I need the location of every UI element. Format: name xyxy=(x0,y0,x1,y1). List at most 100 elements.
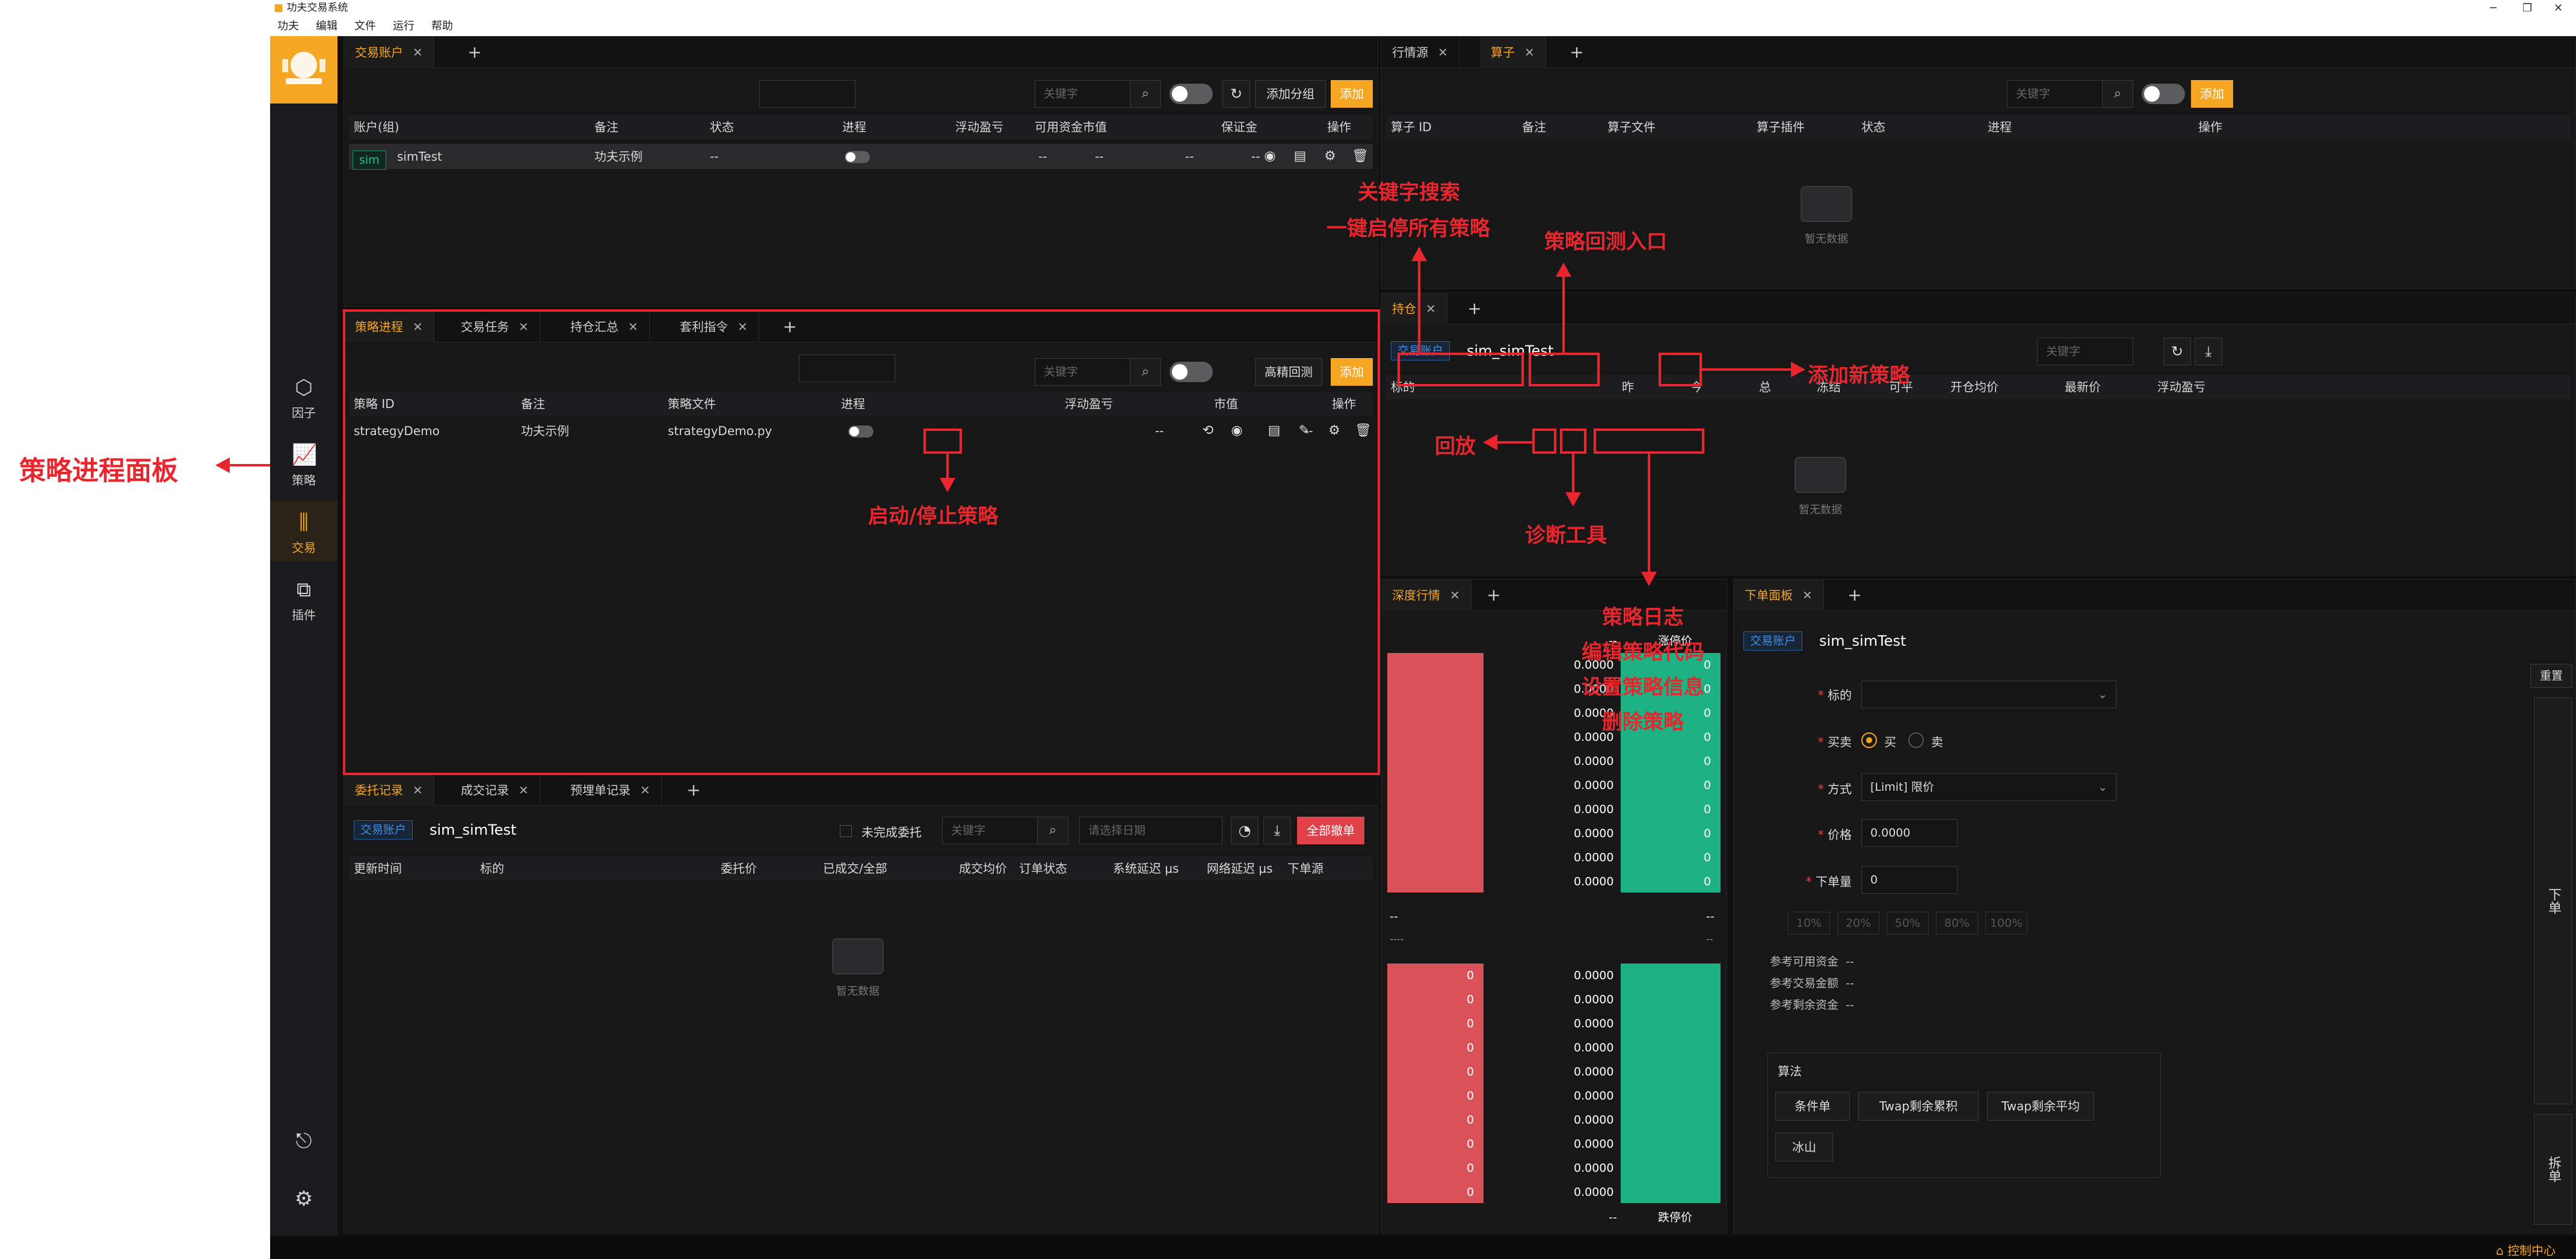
logout-button[interactable]: ⎋ xyxy=(270,1119,337,1168)
col-sys-latency[interactable]: 系统延迟 μs xyxy=(1113,856,1179,880)
control-center-button[interactable]: ⌂ 控制中心 xyxy=(2496,1241,2556,1258)
twap-accumulate-button[interactable]: Twap剩余累积 xyxy=(1858,1092,1979,1121)
download-button[interactable]: ⤓ xyxy=(1263,817,1291,844)
symbol-select[interactable]: ⌄ xyxy=(1861,681,2116,708)
reset-button[interactable]: 重置 xyxy=(2530,664,2572,688)
file-icon[interactable]: ▤ xyxy=(1292,148,1308,165)
close-icon[interactable]: ✕ xyxy=(1802,588,1813,602)
col-update-time[interactable]: 更新时间 xyxy=(354,856,402,880)
add-account-button[interactable]: 添加 xyxy=(1331,80,1373,108)
close-icon[interactable]: ✕ xyxy=(519,783,529,797)
split-order-button[interactable]: 拆单 xyxy=(2534,1114,2572,1225)
menu-help[interactable]: 帮助 xyxy=(431,20,453,32)
search-button[interactable]: ⌕ xyxy=(2102,80,2133,108)
col-symbol[interactable]: 标的 xyxy=(480,856,504,880)
col-pnl[interactable]: 浮动盈亏 xyxy=(2157,375,2205,399)
close-icon[interactable]: ✕ xyxy=(413,783,423,797)
eye-icon[interactable]: ◉ xyxy=(1262,148,1278,165)
col-total[interactable]: 总 xyxy=(1759,375,1771,399)
history-button[interactable]: ◔ xyxy=(1231,817,1259,844)
col-margin[interactable]: 保证金 xyxy=(1221,115,1257,139)
close-icon[interactable]: ✕ xyxy=(1438,45,1448,60)
tab-order-panel[interactable]: 下单面板 ✕ xyxy=(1734,580,1824,611)
search-button[interactable]: ⌕ xyxy=(1130,80,1161,108)
add-tab-button[interactable]: + xyxy=(1562,37,1592,68)
gear-icon[interactable]: ⚙ xyxy=(1322,148,1339,165)
col-pnl[interactable]: 浮动盈亏 xyxy=(955,115,1003,139)
nav-plugin[interactable]: ⧉ 插件 xyxy=(270,568,337,628)
price-input[interactable]: 0.0000 xyxy=(1861,819,1958,847)
pct-50-button[interactable]: 50% xyxy=(1887,912,1929,935)
maximize-icon[interactable]: ❐ xyxy=(2522,0,2532,16)
menu-file[interactable]: 文件 xyxy=(354,20,376,32)
pct-10-button[interactable]: 10% xyxy=(1788,912,1830,935)
settings-button[interactable]: ⚙ xyxy=(270,1177,337,1225)
menu-run[interactable]: 运行 xyxy=(393,20,414,32)
accounts-search-input[interactable]: 关键字 xyxy=(1035,80,1131,108)
pct-80-button[interactable]: 80% xyxy=(1936,912,1978,935)
close-icon[interactable]: ✕ xyxy=(1524,45,1535,60)
search-button[interactable]: ⌕ xyxy=(1037,817,1068,844)
download-button[interactable]: ⤓ xyxy=(2195,338,2222,365)
col-open-avg[interactable]: 开仓均价 xyxy=(1950,375,1998,399)
col-filled[interactable]: 已成交/全部 xyxy=(823,856,887,880)
add-tab-button[interactable]: + xyxy=(1479,580,1509,611)
close-icon[interactable]: ✕ xyxy=(1426,302,1436,316)
close-icon[interactable]: ✕ xyxy=(2554,0,2563,16)
col-order-price[interactable]: 委托价 xyxy=(721,856,757,880)
add-tab-button[interactable]: + xyxy=(679,775,709,806)
add-tab-button[interactable]: + xyxy=(1840,580,1870,611)
minimize-icon[interactable]: ─ xyxy=(2490,0,2497,16)
orders-search-input[interactable]: 关键字 xyxy=(942,817,1038,844)
trash-icon[interactable]: 🗑 xyxy=(1352,148,1369,165)
refresh-button[interactable]: ↻ xyxy=(1222,80,1250,108)
tab-trades[interactable]: 成交记录 ✕ xyxy=(450,775,540,806)
sell-radio[interactable] xyxy=(1908,732,1924,748)
add-tab-button[interactable]: + xyxy=(460,37,490,68)
col-available[interactable]: 可用资金 xyxy=(1035,115,1083,139)
pct-100-button[interactable]: 100% xyxy=(1985,912,2027,935)
close-icon[interactable]: ✕ xyxy=(1450,588,1460,602)
col-last-price[interactable]: 最新价 xyxy=(2065,375,2101,399)
pct-20-button[interactable]: 20% xyxy=(1837,912,1879,935)
method-select[interactable]: [Limit] 限价 ⌄ xyxy=(1861,773,2116,801)
account-process-toggle[interactable] xyxy=(845,151,870,163)
operator-search-input[interactable]: 关键字 xyxy=(2007,80,2103,108)
tab-position[interactable]: 持仓 ✕ xyxy=(1381,293,1447,324)
add-tab-button[interactable]: + xyxy=(1459,293,1490,324)
place-order-button[interactable]: 下单 xyxy=(2534,698,2572,1104)
tab-market-source[interactable]: 行情源 ✕ xyxy=(1381,37,1459,68)
table-row[interactable]: sim simTest 功夫示例 -- -- -- -- -- xyxy=(349,144,1373,170)
twap-average-button[interactable]: Twap剩余平均 xyxy=(1987,1092,2094,1121)
add-group-button[interactable]: 添加分组 xyxy=(1255,80,1326,108)
menu-kungfu[interactable]: 功夫 xyxy=(277,20,299,32)
col-yesterday[interactable]: 昨 xyxy=(1622,375,1634,399)
qty-input[interactable]: 0 xyxy=(1861,866,1958,894)
add-operator-button[interactable]: 添加 xyxy=(2191,80,2233,108)
close-icon[interactable]: ✕ xyxy=(640,783,650,797)
operator-toggle-all[interactable] xyxy=(2142,84,2185,104)
iceberg-button[interactable]: 冰山 xyxy=(1775,1133,1833,1162)
menu-edit[interactable]: 编辑 xyxy=(316,20,337,32)
tab-accounts[interactable]: 交易账户 ✕ xyxy=(344,37,434,68)
col-net-latency[interactable]: 网络延迟 μs xyxy=(1207,856,1273,880)
tab-orders[interactable]: 委托记录 ✕ xyxy=(344,775,434,806)
nav-strategy[interactable]: 📈 策略 xyxy=(270,433,337,493)
nav-trade[interactable]: ⫼ 交易 xyxy=(270,501,337,561)
refresh-button[interactable]: ↻ xyxy=(2163,338,2191,365)
col-order-source[interactable]: 下单源 xyxy=(1287,856,1323,880)
col-mv[interactable]: 市值 xyxy=(1083,115,1107,139)
accounts-toggle-all[interactable] xyxy=(1169,84,1213,104)
tab-preorders[interactable]: 预埋单记录 ✕ xyxy=(559,775,662,806)
close-icon[interactable]: ✕ xyxy=(413,45,423,60)
tab-depth[interactable]: 深度行情 ✕ xyxy=(1381,580,1471,611)
unfinished-checkbox[interactable] xyxy=(840,825,852,837)
cancel-all-button[interactable]: 全部撤单 xyxy=(1297,817,1364,844)
nav-factor[interactable]: ⬡ 因子 xyxy=(270,366,337,426)
position-search-input[interactable]: 关键字 xyxy=(2037,338,2133,365)
conditional-order-button[interactable]: 条件单 xyxy=(1775,1092,1850,1121)
date-picker[interactable]: 请选择日期 xyxy=(1079,817,1222,844)
tab-operator[interactable]: 算子 ✕ xyxy=(1480,37,1546,68)
col-avg-price[interactable]: 成交均价 xyxy=(959,856,1007,880)
buy-radio[interactable] xyxy=(1861,732,1877,748)
